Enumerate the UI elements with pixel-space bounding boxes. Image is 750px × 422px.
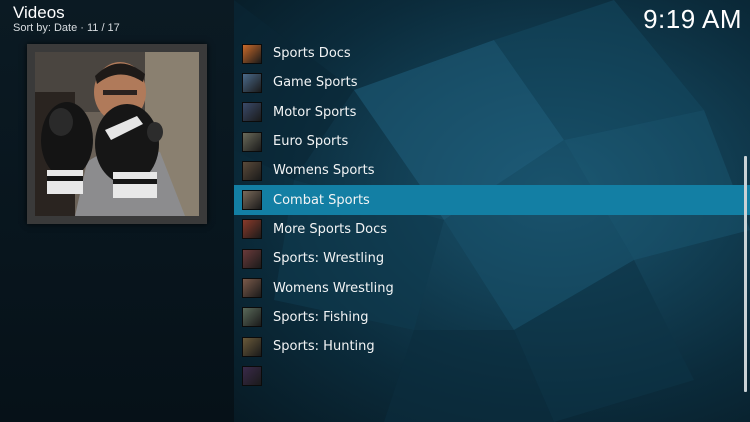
list-item[interactable] xyxy=(234,361,750,390)
list-item[interactable]: Sports: Fishing xyxy=(234,303,750,332)
list-item-label: Womens Sports xyxy=(273,163,375,179)
list-item-label: Sports Docs xyxy=(273,46,351,62)
list-item-label: Womens Wrestling xyxy=(273,280,394,296)
category-thumbnail-icon xyxy=(242,131,262,152)
sort-status: Sort by: Date · 11 / 17 xyxy=(13,22,120,34)
clock: 9:19 AM xyxy=(643,4,742,34)
list-item[interactable]: Sports: Wrestling xyxy=(234,244,750,273)
list-item-label: Sports: Wrestling xyxy=(273,251,385,267)
kodi-screen: Videos Sort by: Date · 11 / 17 9:19 AM S… xyxy=(0,0,750,422)
list-item-label: Motor Sports xyxy=(273,104,357,120)
category-thumbnail-icon xyxy=(242,278,262,299)
list-item[interactable]: Womens Wrestling xyxy=(234,273,750,302)
list-item[interactable]: Sports: Hunting xyxy=(234,332,750,361)
list-item[interactable]: Motor Sports xyxy=(234,98,750,127)
list-item[interactable]: More Sports Docs xyxy=(234,215,750,244)
page-title: Videos xyxy=(13,3,65,22)
list-item[interactable]: Euro Sports xyxy=(234,127,750,156)
list-item-label: Sports: Fishing xyxy=(273,309,369,325)
list-item[interactable]: Sports Docs xyxy=(234,39,750,68)
category-thumbnail-icon xyxy=(242,102,262,123)
category-thumbnail-icon xyxy=(242,160,262,181)
list-item-label: Sports: Hunting xyxy=(273,339,375,355)
list-item[interactable]: Womens Sports xyxy=(234,156,750,185)
category-thumbnail-icon xyxy=(242,336,262,357)
list-item-label: Game Sports xyxy=(273,75,358,91)
scrollbar[interactable] xyxy=(744,156,747,392)
list-item-label: More Sports Docs xyxy=(273,221,388,237)
list-item[interactable]: Combat Sports xyxy=(234,185,750,215)
list-item-label: Euro Sports xyxy=(273,134,349,150)
category-thumbnail-icon xyxy=(242,72,262,93)
category-thumbnail-icon xyxy=(242,43,262,64)
list-item-label: Combat Sports xyxy=(273,192,370,208)
category-thumbnail-icon xyxy=(242,219,262,240)
category-thumbnail-icon xyxy=(242,190,262,211)
poster-frame xyxy=(27,44,207,224)
boxer-poster-image xyxy=(35,52,199,216)
category-thumbnail-icon xyxy=(242,307,262,328)
category-thumbnail-icon xyxy=(242,248,262,269)
category-thumbnail-icon xyxy=(242,365,262,386)
video-category-list: Sports Docs Game Sports Motor Sports Euro S… xyxy=(234,39,750,391)
list-item[interactable]: Game Sports xyxy=(234,68,750,97)
